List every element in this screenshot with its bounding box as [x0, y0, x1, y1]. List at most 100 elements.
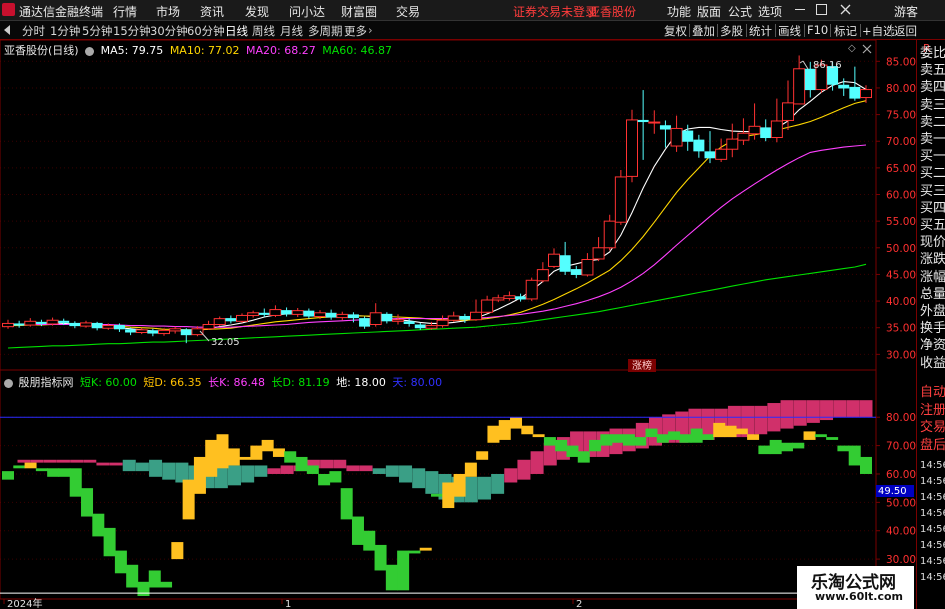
indicator-tick-label: 30.00	[886, 554, 916, 566]
back-arrow-icon[interactable]	[4, 25, 10, 35]
long-bar	[833, 400, 847, 418]
tab-1min[interactable]: 1分钟	[50, 23, 80, 39]
long-bar	[30, 459, 44, 463]
x-axis-label: 1	[285, 599, 291, 609]
long-bar	[135, 462, 149, 472]
short-bar	[645, 428, 658, 438]
candle-body-up	[715, 148, 728, 160]
candle-body-up	[425, 325, 438, 329]
menu-news[interactable]: 资讯	[200, 3, 224, 20]
side-item: 卖四	[920, 80, 945, 96]
tab-intraday[interactable]: 分时	[22, 23, 45, 39]
candle-body-up	[670, 127, 683, 147]
menu-discover[interactable]: 发现	[245, 3, 269, 20]
short-bar	[532, 434, 545, 438]
menu-quotes[interactable]: 行情	[113, 3, 137, 20]
tab-weekly[interactable]: 周线	[252, 23, 275, 39]
panel-close-icon[interactable]	[862, 44, 872, 54]
minimize-icon[interactable]	[795, 9, 805, 10]
short-bar	[860, 456, 872, 474]
tab-30min[interactable]: 30分钟	[150, 23, 188, 39]
candle-body-up	[80, 322, 92, 327]
long-bar	[846, 400, 860, 418]
side-action[interactable]: 盘后	[920, 438, 945, 454]
candle-body-up	[481, 299, 494, 313]
short-bar	[577, 451, 590, 463]
short-bar	[622, 434, 635, 446]
short-bar	[521, 425, 534, 435]
candle-body-up	[236, 314, 248, 322]
tab-multi-period[interactable]: 多周期	[308, 23, 343, 39]
short-bar	[769, 439, 782, 455]
menu-market[interactable]: 市场	[156, 3, 180, 20]
short-bar	[476, 451, 489, 460]
side-action[interactable]: 注册	[920, 403, 945, 419]
btn-mark[interactable]: 标记	[834, 23, 857, 39]
candle-body-down	[515, 296, 527, 300]
menu-ask-xiaoda[interactable]: 问小达	[289, 3, 325, 20]
btn-overlay[interactable]: 叠加	[692, 23, 715, 39]
close-icon[interactable]	[840, 4, 851, 15]
short-bar	[543, 437, 556, 446]
menu-formula[interactable]: 公式	[728, 3, 752, 20]
chart-area[interactable]: 85.00 80.00 75.00 70.00 65.00 60.00 55.00 50.00…	[0, 40, 916, 609]
btn-add-watchlist[interactable]: +自选	[862, 23, 895, 39]
short-bar	[114, 550, 127, 574]
candle-body-down	[403, 321, 415, 324]
short-bar	[555, 439, 568, 452]
tab-more[interactable]: 更多	[344, 23, 367, 39]
tab-monthly[interactable]: 月线	[280, 23, 303, 39]
short-bar	[803, 431, 816, 440]
candle-body-up	[269, 309, 282, 316]
low-annotation: 32.05	[211, 337, 240, 348]
price-tick-label: 85.00	[886, 56, 916, 68]
login-status-notice[interactable]: 证券交易未登录	[513, 3, 597, 20]
candle-body-up	[614, 176, 627, 223]
menu-layout[interactable]: 版面	[697, 3, 721, 20]
candle-body-up	[793, 68, 806, 105]
side-action[interactable]: 自动	[920, 385, 945, 401]
candle-body-down	[359, 318, 371, 327]
candle-body-down	[760, 127, 772, 139]
more-chevron-icon[interactable]: ›	[368, 23, 373, 37]
candle-body-down	[559, 255, 571, 272]
candle-body-up	[770, 120, 783, 138]
high-annotation: 86.16	[813, 60, 842, 71]
short-bar	[701, 434, 714, 440]
short-bar	[126, 564, 139, 588]
candle-body-up	[648, 121, 661, 124]
candle-body-up	[548, 253, 560, 267]
menu-options[interactable]: 选项	[758, 3, 782, 20]
short-bar	[453, 473, 466, 497]
short-bar	[329, 471, 342, 483]
guest-label[interactable]: 游客	[894, 3, 918, 20]
tick-time: 14:56	[920, 556, 945, 567]
btn-f10[interactable]: F10	[807, 23, 828, 37]
menu-function[interactable]: 功能	[667, 3, 691, 20]
menu-trade[interactable]: 交易	[396, 3, 420, 20]
long-bar	[320, 459, 334, 469]
long-d-label: 长D: 81.19	[271, 376, 330, 389]
short-bar	[351, 516, 364, 545]
btn-multi-stock[interactable]: 多股	[720, 23, 743, 39]
menu-wealth-circle[interactable]: 财富圈	[341, 3, 377, 20]
tab-5min[interactable]: 5分钟	[82, 23, 112, 39]
settings-circle-icon[interactable]	[85, 46, 95, 56]
side-item: 卖一	[920, 132, 945, 147]
restore-icon[interactable]	[816, 4, 827, 15]
btn-return[interactable]: 返回	[894, 23, 917, 39]
btn-draw-line[interactable]: 画线	[778, 23, 801, 39]
btn-adjust-rights[interactable]: 复权	[664, 23, 687, 39]
price-panel-title: 亚香股份(日线)	[4, 44, 79, 57]
tick-time: 14:56	[920, 508, 945, 519]
btn-statistics[interactable]: 统计	[749, 23, 772, 39]
side-item: 卖二	[920, 114, 945, 130]
tab-15min[interactable]: 15分钟	[113, 23, 151, 39]
side-item: 卖五	[920, 63, 945, 79]
diamond-icon[interactable]: ◇	[848, 43, 856, 54]
indicator-settings-icon[interactable]	[4, 378, 13, 388]
side-action[interactable]: 交易	[920, 420, 945, 436]
tab-daily[interactable]: 日线	[225, 23, 248, 39]
short-bar	[160, 581, 173, 588]
tab-60min[interactable]: 60分钟	[187, 23, 225, 39]
